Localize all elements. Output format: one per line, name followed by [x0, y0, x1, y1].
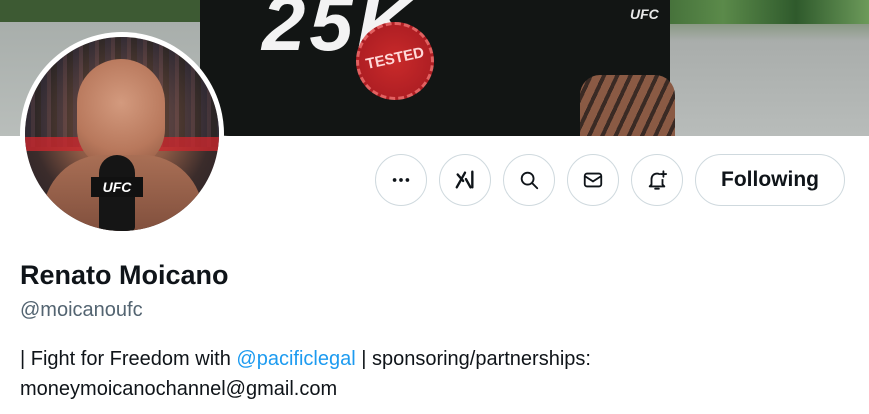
- bell-plus-icon: [648, 170, 668, 190]
- profile-bio: | Fight for Freedom with @pacificlegal |…: [20, 344, 860, 404]
- profile-actions: Following: [375, 154, 845, 206]
- grok-button[interactable]: [439, 154, 491, 206]
- avatar-face: [77, 59, 165, 169]
- avatar-photo: UFC: [25, 37, 219, 231]
- more-button[interactable]: [375, 154, 427, 206]
- banner-grass: [0, 0, 210, 22]
- following-button[interactable]: Following: [695, 154, 845, 206]
- bio-text-prefix: | Fight for Freedom with: [20, 348, 237, 370]
- banner-tattooed-arm: [580, 75, 675, 136]
- profile-name: Renato Moicano: [20, 260, 229, 290]
- notifications-button[interactable]: [631, 154, 683, 206]
- more-horizontal-icon: [392, 178, 410, 182]
- search-button[interactable]: [503, 154, 555, 206]
- banner-trees: [650, 0, 869, 24]
- bio-mention-link[interactable]: @pacificlegal: [236, 348, 355, 370]
- bio-email: moneymoicanochannel@gmail.com: [20, 378, 338, 400]
- message-button[interactable]: [567, 154, 619, 206]
- search-icon: [520, 171, 539, 190]
- profile-handle: @moicanoufc: [20, 299, 143, 321]
- microphone-label: UFC: [91, 177, 143, 197]
- mail-icon: [583, 172, 603, 188]
- banner-sleeve-logo: UFC: [630, 6, 659, 22]
- profile-avatar[interactable]: UFC: [20, 32, 224, 236]
- bio-text-suffix: | sponsoring/partnerships:: [355, 348, 591, 370]
- grok-icon: [455, 170, 474, 189]
